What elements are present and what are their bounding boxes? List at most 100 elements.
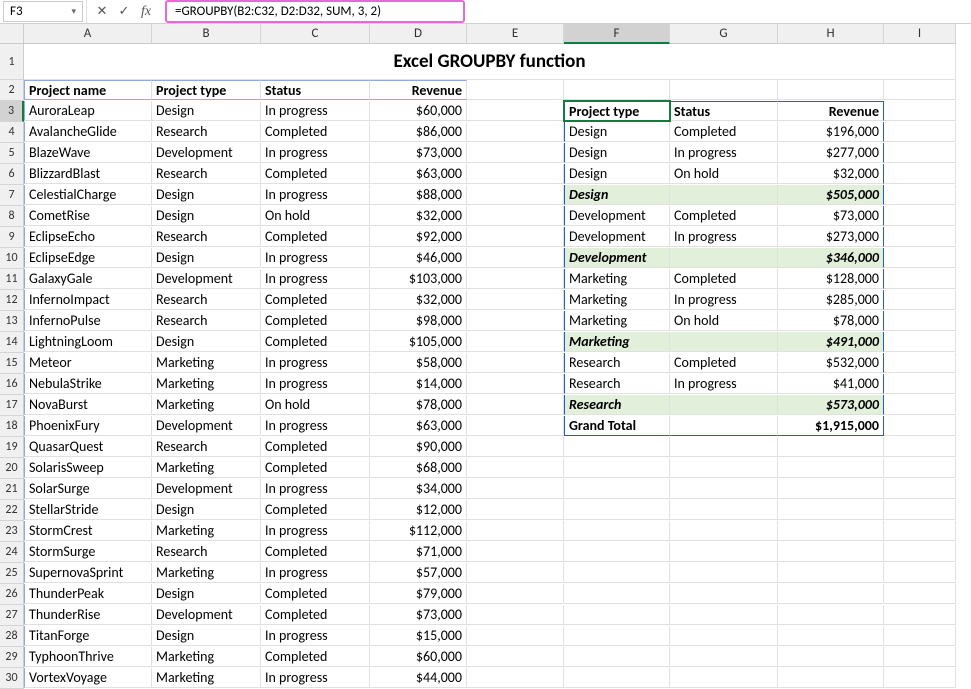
- right-cell-detail[interactable]: Development: [564, 206, 670, 226]
- cell-I12[interactable]: [884, 290, 956, 310]
- cell-A5[interactable]: BlazeWave: [24, 143, 152, 163]
- cell-I10[interactable]: [884, 248, 956, 268]
- right-cell-grandtotal[interactable]: [670, 416, 778, 436]
- cell-A14[interactable]: LightningLoom: [24, 332, 152, 352]
- cell-D11[interactable]: $103,000: [370, 269, 467, 289]
- cell-C9[interactable]: Completed: [261, 227, 370, 247]
- column-header-C[interactable]: C: [261, 24, 370, 44]
- row-header-11[interactable]: 11: [0, 269, 24, 290]
- cell-E12[interactable]: [467, 290, 564, 310]
- cell-C14[interactable]: Completed: [261, 332, 370, 352]
- right-cell-grandtotal[interactable]: $1,915,000: [778, 416, 884, 436]
- cell-A29[interactable]: TyphoonThrive: [24, 647, 152, 667]
- cell-F22[interactable]: [564, 500, 670, 520]
- right-cell-detail[interactable]: Research: [564, 374, 670, 394]
- cell-A7[interactable]: CelestialCharge: [24, 185, 152, 205]
- cell-B20[interactable]: Marketing: [152, 458, 261, 478]
- cell-E20[interactable]: [467, 458, 564, 478]
- cell-E7[interactable]: [467, 185, 564, 205]
- cell-D23[interactable]: $112,000: [370, 521, 467, 541]
- cell-I2[interactable]: [884, 80, 956, 100]
- cell-G30[interactable]: [670, 668, 778, 688]
- cell-D15[interactable]: $58,000: [370, 353, 467, 373]
- right-cell-detail[interactable]: Completed: [670, 269, 778, 289]
- column-header-A[interactable]: A: [24, 24, 152, 44]
- row-header-4[interactable]: 4: [0, 122, 24, 143]
- cell-E11[interactable]: [467, 269, 564, 289]
- cell-G23[interactable]: [670, 521, 778, 541]
- cell-A3[interactable]: AuroraLeap: [24, 101, 152, 121]
- row-header-28[interactable]: 28: [0, 626, 24, 647]
- cell-C27[interactable]: Completed: [261, 605, 370, 625]
- cell-B23[interactable]: Marketing: [152, 521, 261, 541]
- cell-A25[interactable]: SupernovaSprint: [24, 563, 152, 583]
- row-header-19[interactable]: 19: [0, 437, 24, 458]
- right-cell-detail[interactable]: On hold: [670, 311, 778, 331]
- row-header-8[interactable]: 8: [0, 206, 24, 227]
- cell-I26[interactable]: [884, 584, 956, 604]
- cell-H26[interactable]: [778, 584, 884, 604]
- cell-C19[interactable]: Completed: [261, 437, 370, 457]
- cell-I18[interactable]: [884, 416, 956, 436]
- right-cell-detail[interactable]: In progress: [670, 143, 778, 163]
- cell-A27[interactable]: ThunderRise: [24, 605, 152, 625]
- row-header-9[interactable]: 9: [0, 227, 24, 248]
- cell-I14[interactable]: [884, 332, 956, 352]
- right-cell-detail[interactable]: On hold: [670, 164, 778, 184]
- cell-I29[interactable]: [884, 647, 956, 667]
- column-header-G[interactable]: G: [670, 24, 778, 44]
- cell-A28[interactable]: TitanForge: [24, 626, 152, 646]
- cell-A22[interactable]: StellarStride: [24, 500, 152, 520]
- right-cell-detail[interactable]: Development: [564, 227, 670, 247]
- cell-D30[interactable]: $44,000: [370, 668, 467, 688]
- row-header-3[interactable]: 3: [0, 101, 24, 122]
- cell-B30[interactable]: Marketing: [152, 668, 261, 688]
- cell-E5[interactable]: [467, 143, 564, 163]
- cell-D14[interactable]: $105,000: [370, 332, 467, 352]
- cell-C13[interactable]: Completed: [261, 311, 370, 331]
- cell-D21[interactable]: $34,000: [370, 479, 467, 499]
- cell-E13[interactable]: [467, 311, 564, 331]
- cell-D29[interactable]: $60,000: [370, 647, 467, 667]
- cell-I15[interactable]: [884, 353, 956, 373]
- cell-A9[interactable]: EclipseEcho: [24, 227, 152, 247]
- right-cell-detail[interactable]: In progress: [670, 227, 778, 247]
- row-header-6[interactable]: 6: [0, 164, 24, 185]
- column-header-H[interactable]: H: [778, 24, 884, 44]
- cell-E19[interactable]: [467, 437, 564, 457]
- right-cell-detail[interactable]: Design: [564, 122, 670, 142]
- cell-A13[interactable]: InfernoPulse: [24, 311, 152, 331]
- cell-C3[interactable]: In progress: [261, 101, 370, 121]
- cell-F24[interactable]: [564, 542, 670, 562]
- cell-B14[interactable]: Design: [152, 332, 261, 352]
- cell-H21[interactable]: [778, 479, 884, 499]
- cell-B11[interactable]: Development: [152, 269, 261, 289]
- row-header-13[interactable]: 13: [0, 311, 24, 332]
- left-header-revenue[interactable]: Revenue: [370, 80, 467, 100]
- row-header-30[interactable]: 30: [0, 668, 24, 689]
- cell-B16[interactable]: Marketing: [152, 374, 261, 394]
- cell-H27[interactable]: [778, 605, 884, 625]
- cell-B12[interactable]: Research: [152, 290, 261, 310]
- cell-I19[interactable]: [884, 437, 956, 457]
- right-cell-subtotal[interactable]: $573,000: [778, 395, 884, 415]
- cell-H23[interactable]: [778, 521, 884, 541]
- cell-C4[interactable]: Completed: [261, 122, 370, 142]
- cell-C21[interactable]: In progress: [261, 479, 370, 499]
- cell-D9[interactable]: $92,000: [370, 227, 467, 247]
- row-header-15[interactable]: 15: [0, 353, 24, 374]
- cell-E23[interactable]: [467, 521, 564, 541]
- right-cell-subtotal[interactable]: [670, 185, 778, 205]
- cell-F28[interactable]: [564, 626, 670, 646]
- cell-E22[interactable]: [467, 500, 564, 520]
- right-cell-detail[interactable]: Research: [564, 353, 670, 373]
- cell-I17[interactable]: [884, 395, 956, 415]
- cell-E14[interactable]: [467, 332, 564, 352]
- cell-D3[interactable]: $60,000: [370, 101, 467, 121]
- cell-B4[interactable]: Research: [152, 122, 261, 142]
- cell-A16[interactable]: NebulaStrike: [24, 374, 152, 394]
- cell-E29[interactable]: [467, 647, 564, 667]
- cell-B8[interactable]: Design: [152, 206, 261, 226]
- cell-A26[interactable]: ThunderPeak: [24, 584, 152, 604]
- cell-E2[interactable]: [467, 80, 564, 100]
